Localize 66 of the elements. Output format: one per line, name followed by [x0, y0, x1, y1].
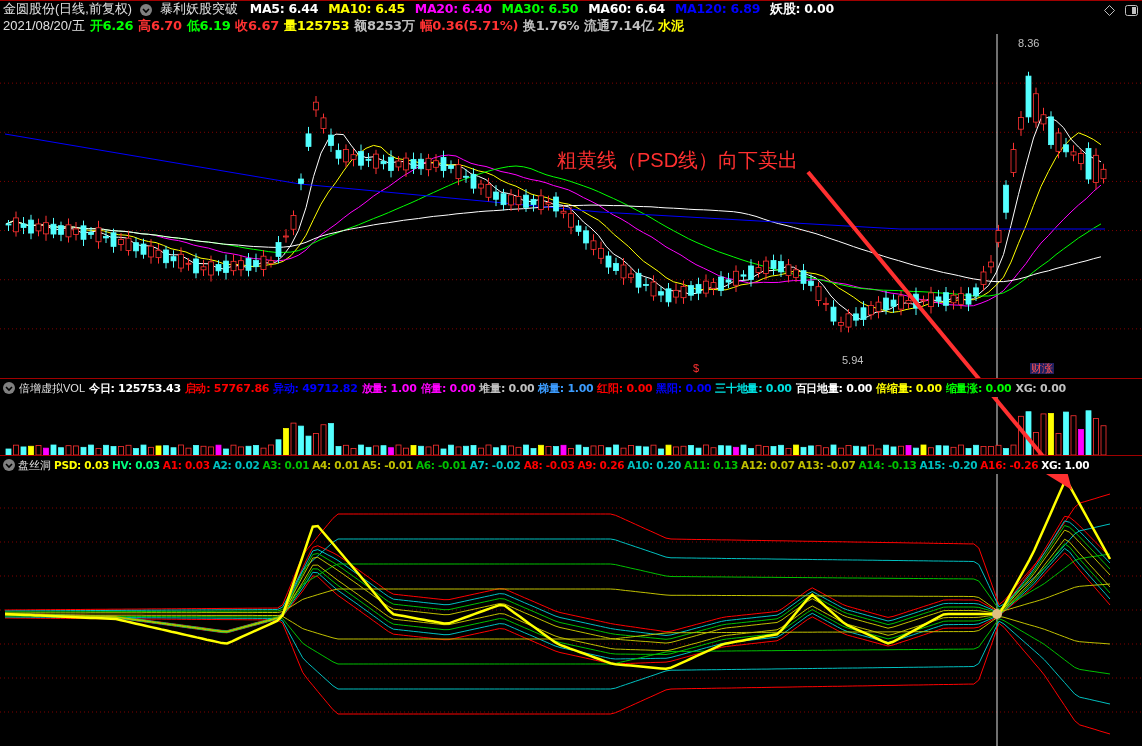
- indicator-value: 额8253万: [354, 18, 415, 32]
- high-price-label: 8.36: [1018, 37, 1040, 49]
- indicator-value: MA60: 6.64: [588, 3, 665, 16]
- indicator-value: 流通7.14亿: [584, 18, 654, 32]
- indicator-value: 倍缩量: 0.00: [876, 382, 942, 394]
- indicator-value: 倍量: 0.00: [420, 382, 476, 394]
- chevron-down-icon[interactable]: [3, 459, 15, 471]
- indicator-value: A2: 0.02: [212, 459, 260, 471]
- panel-toggle-icon[interactable]: [1125, 5, 1138, 16]
- indicator-value: MA5: 6.44: [249, 3, 319, 16]
- indicator-value: A14: -0.13: [858, 459, 917, 471]
- indicator-value: 开6.26: [89, 18, 134, 32]
- indicator-value: 黑阳: 0.00: [656, 382, 712, 394]
- indicator-value: MA120: 6.89: [674, 3, 761, 16]
- indicator-value: 百日地量: 0.00: [795, 382, 873, 394]
- indicator-value: A9: 0.26: [577, 459, 625, 471]
- indicator-value: A11: 0.13: [684, 459, 738, 471]
- indicator-value: 红阳: 0.00: [597, 382, 653, 394]
- indicator-value: 高6.70: [138, 18, 182, 32]
- indicator-value: A8: -0.03: [523, 459, 575, 471]
- indicator-value: 量125753: [284, 18, 350, 32]
- indicator-value: A16: -0.26: [980, 459, 1039, 471]
- indicator-value: 低6.19: [186, 18, 231, 32]
- indicator-value: MA10: 6.45: [328, 3, 405, 16]
- indicator-value: A7: -0.02: [469, 459, 521, 471]
- indicator-value: A6: -0.01: [415, 459, 467, 471]
- event-marker: $: [693, 362, 700, 374]
- stock-title: 金圆股份(日线,前复权): [3, 3, 132, 16]
- indicator-value: 三十地量: 0.00: [715, 382, 792, 394]
- indicator-value: A4: 0.01: [312, 459, 360, 471]
- indicator-value: XG: 0.00: [1015, 382, 1066, 394]
- cursor-point: [992, 609, 1002, 619]
- panel-name: 盘丝洞: [18, 459, 51, 471]
- indicator-value: 启动: 57767.86: [184, 382, 270, 394]
- indicator-value: 异动: 49712.82: [273, 382, 358, 394]
- indicator-value: 水泥: [658, 18, 684, 32]
- indicator-value: 梯量: 1.00: [538, 382, 594, 394]
- formula-name: 暴利妖股突破: [159, 3, 238, 16]
- indicator-value: MA30: 6.50: [501, 3, 579, 16]
- diamond-icon[interactable]: [1104, 5, 1115, 16]
- indicator-value: A3: 0.01: [262, 459, 310, 471]
- indicator-value: MA20: 6.40: [414, 3, 492, 16]
- indicator-value: 幅0.36(5.71%): [419, 18, 519, 32]
- low-price-label: 5.94: [842, 354, 864, 366]
- indicator-value: XG: 1.00: [1041, 459, 1090, 471]
- indicator-value: A5: -0.01: [362, 459, 413, 471]
- indicator-value: 妖股: 0.00: [770, 3, 834, 16]
- chevron-down-icon[interactable]: [3, 382, 15, 394]
- indicator-value: A10: 0.20: [627, 459, 682, 471]
- indicator-value: 堆量: 0.00: [479, 382, 535, 394]
- event-tag: 财涨: [1030, 363, 1054, 374]
- indicator-value: 今日: 125753.43: [89, 382, 181, 394]
- indicator-value: HV: 0.03: [112, 459, 160, 471]
- indicator-value: 收6.67: [235, 18, 279, 32]
- indicator-value: PSD: 0.03: [54, 459, 110, 471]
- indicator-value: 缩量涨: 0.00: [945, 382, 1012, 394]
- indicator-value: A15: -0.20: [919, 459, 978, 471]
- quote-date: 2021/08/20/五: [3, 18, 85, 32]
- indicator-value: A13: -0.07: [797, 459, 856, 471]
- chevron-down-icon[interactable]: [139, 3, 152, 16]
- panel-name: 倍增虚拟VOL: [19, 382, 85, 394]
- annotation-text: 粗黄线（PSD线）向下卖出: [557, 150, 799, 170]
- indicator-value: 放量: 1.00: [361, 382, 417, 394]
- indicator-value: A12: 0.07: [740, 459, 795, 471]
- indicator-value: 换1.76%: [523, 18, 580, 32]
- indicator-value: A1: 0.03: [162, 459, 210, 471]
